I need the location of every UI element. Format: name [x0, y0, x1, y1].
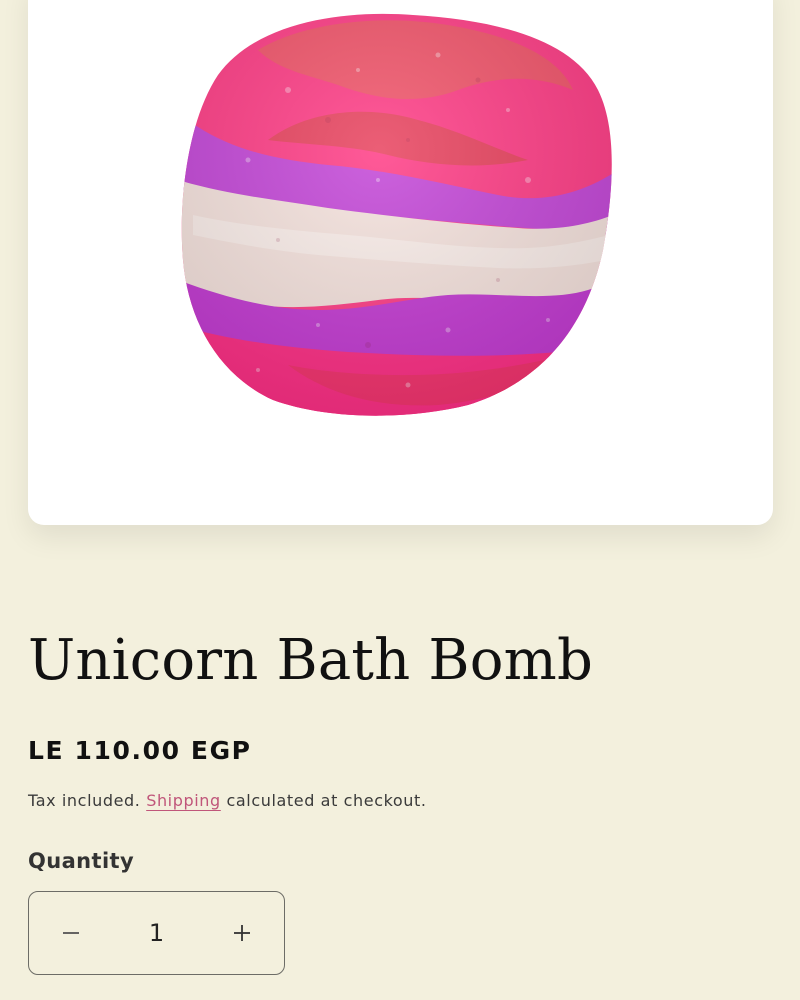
product-price: LE 110.00 EGP [28, 736, 252, 765]
tax-note: Tax included. Shipping calculated at che… [28, 791, 427, 810]
quantity-label: Quantity [28, 849, 135, 873]
minus-icon [63, 932, 79, 934]
quantity-stepper [28, 891, 285, 975]
product-page: Unicorn Bath Bomb LE 110.00 EGP Tax incl… [0, 0, 800, 1000]
quantity-input[interactable] [116, 919, 197, 947]
product-image-card[interactable] [28, 0, 773, 525]
shipping-link[interactable]: Shipping [146, 791, 221, 810]
plus-icon [234, 925, 250, 941]
bath-bomb-image [181, 13, 612, 416]
tax-note-suffix: calculated at checkout. [226, 791, 427, 810]
tax-note-prefix: Tax included. [28, 791, 141, 810]
product-title: Unicorn Bath Bomb [28, 628, 594, 693]
decrease-quantity-button[interactable] [39, 901, 103, 965]
increase-quantity-button[interactable] [210, 901, 274, 965]
